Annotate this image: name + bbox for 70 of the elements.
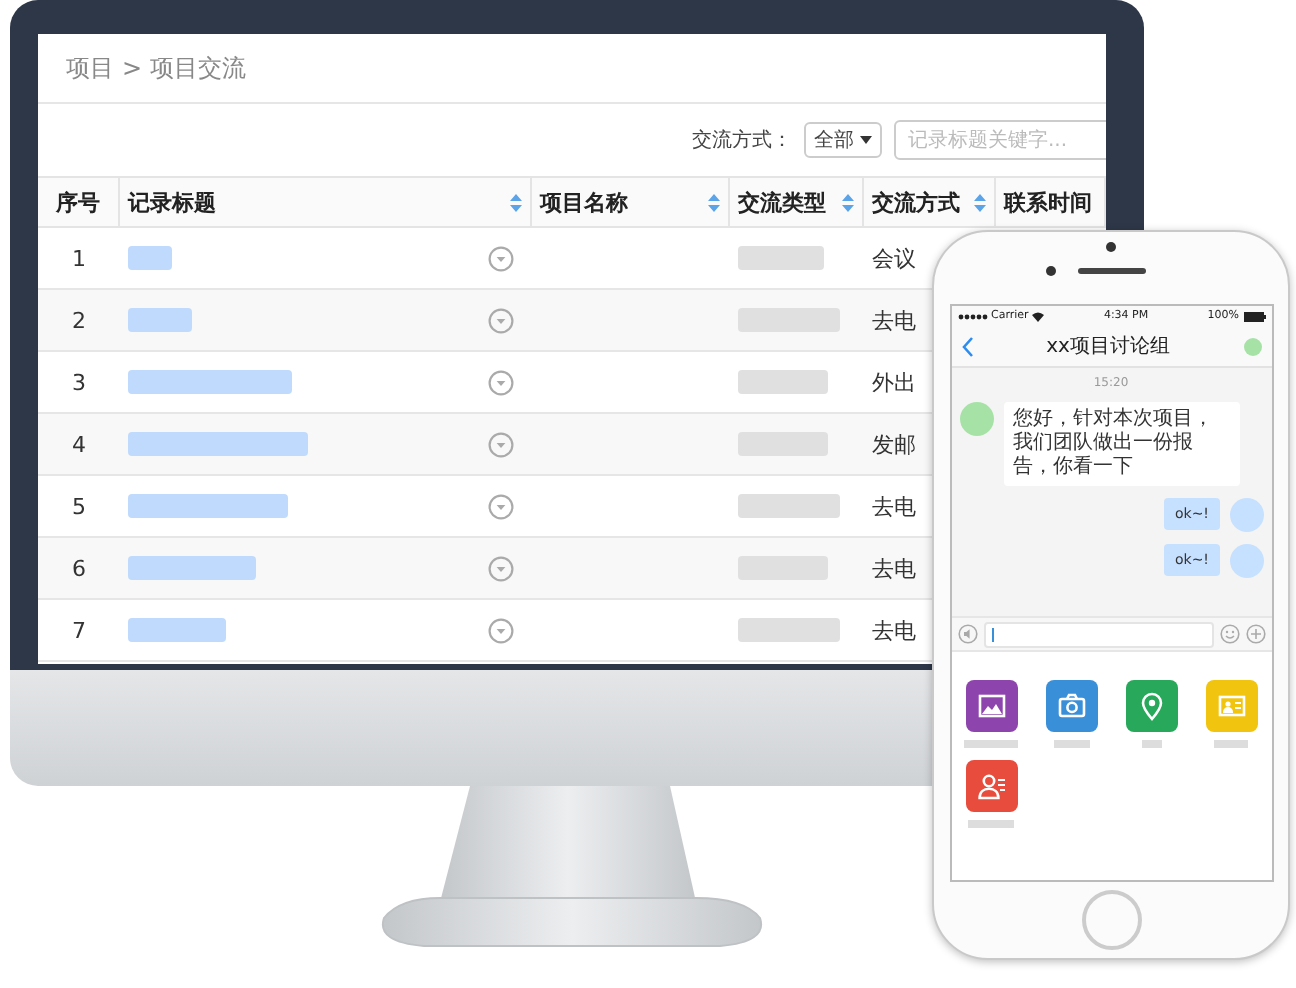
gallery-tile[interactable] xyxy=(965,680,1017,732)
signal-icon xyxy=(957,313,987,319)
type-placeholder-bar xyxy=(738,246,824,270)
dropdown-circle-icon[interactable] xyxy=(488,245,514,271)
avatar xyxy=(959,402,993,436)
sort-icon[interactable] xyxy=(510,193,522,211)
dropdown-circle-icon[interactable] xyxy=(488,493,514,519)
group-avatar[interactable] xyxy=(1243,337,1261,355)
column-header[interactable]: 联系时间 xyxy=(996,176,1106,228)
avatar xyxy=(1229,544,1263,578)
table-cell: 2 xyxy=(38,290,120,352)
sort-icon[interactable] xyxy=(842,193,854,211)
search-field[interactable]: 记录标题关键字... xyxy=(894,120,1106,160)
column-header[interactable]: 项目名称 xyxy=(532,176,730,228)
back-icon[interactable] xyxy=(961,335,973,357)
type-placeholder-bar xyxy=(738,432,828,456)
dropdown-circle-icon[interactable] xyxy=(488,431,514,457)
gallery-icon xyxy=(975,690,1007,722)
column-header[interactable]: 交流方式 xyxy=(864,176,996,228)
breadcrumb-item[interactable]: 项目交流 xyxy=(150,51,247,85)
filter-label: 交流方式： xyxy=(692,127,792,154)
breadcrumb-item[interactable]: 项目 xyxy=(66,51,114,85)
camera-icon xyxy=(1106,242,1116,252)
contact-icon xyxy=(975,770,1007,802)
column-header[interactable]: 交流类型 xyxy=(730,176,864,228)
label-placeholder-bar xyxy=(1141,740,1161,748)
home-button[interactable] xyxy=(1081,890,1141,950)
type-placeholder-bar xyxy=(738,494,840,518)
dropdown-circle-icon[interactable] xyxy=(488,307,514,333)
type-placeholder-bar xyxy=(738,370,828,394)
camera-icon xyxy=(1055,690,1087,722)
location-tile[interactable] xyxy=(1125,680,1177,732)
wifi-icon xyxy=(1032,311,1045,321)
sort-icon[interactable] xyxy=(708,193,720,211)
avatar xyxy=(1229,498,1263,532)
breadcrumb-separator: > xyxy=(122,54,143,82)
column-header[interactable]: 记录标题 xyxy=(120,176,532,228)
label-placeholder-bar xyxy=(1053,740,1089,748)
label-placeholder-bar xyxy=(968,820,1014,828)
contact-tile[interactable] xyxy=(965,760,1017,812)
label-placeholder-bar xyxy=(1214,740,1248,748)
speaker-slot xyxy=(1078,268,1146,274)
table-cell: 4 xyxy=(38,414,120,476)
title-placeholder-bar xyxy=(128,618,226,642)
card-icon xyxy=(1215,690,1247,722)
sensor-dot xyxy=(1046,266,1056,276)
sort-icon[interactable] xyxy=(974,193,986,211)
plus-icon[interactable] xyxy=(1245,624,1265,644)
title-placeholder-bar xyxy=(128,556,256,580)
type-placeholder-bar xyxy=(738,618,840,642)
dropdown-circle-icon[interactable] xyxy=(488,617,514,643)
camera-tile[interactable] xyxy=(1045,680,1097,732)
dropdown-circle-icon[interactable] xyxy=(488,555,514,581)
voice-icon[interactable] xyxy=(957,624,977,644)
caret-icon xyxy=(860,136,872,144)
card-tile[interactable] xyxy=(1205,680,1257,732)
dropdown-circle-icon[interactable] xyxy=(488,369,514,395)
label-placeholder-bar xyxy=(964,740,1018,748)
battery-icon xyxy=(1243,311,1265,321)
title-placeholder-bar xyxy=(128,246,172,270)
type-placeholder-bar xyxy=(738,556,828,580)
column-header[interactable]: 序号 xyxy=(38,176,120,228)
method-dropdown[interactable]: 全部 xyxy=(804,122,882,158)
message-input[interactable] xyxy=(983,621,1213,647)
chat-title: xx项目讨论组 xyxy=(1046,333,1170,360)
message-bubble: 您好，针对本次项目，我们团队做出一份报告，你看一下 xyxy=(1003,402,1239,486)
emoji-icon[interactable] xyxy=(1219,624,1239,644)
title-placeholder-bar xyxy=(128,308,192,332)
table-cell: 6 xyxy=(38,538,120,600)
type-placeholder-bar xyxy=(738,308,840,332)
